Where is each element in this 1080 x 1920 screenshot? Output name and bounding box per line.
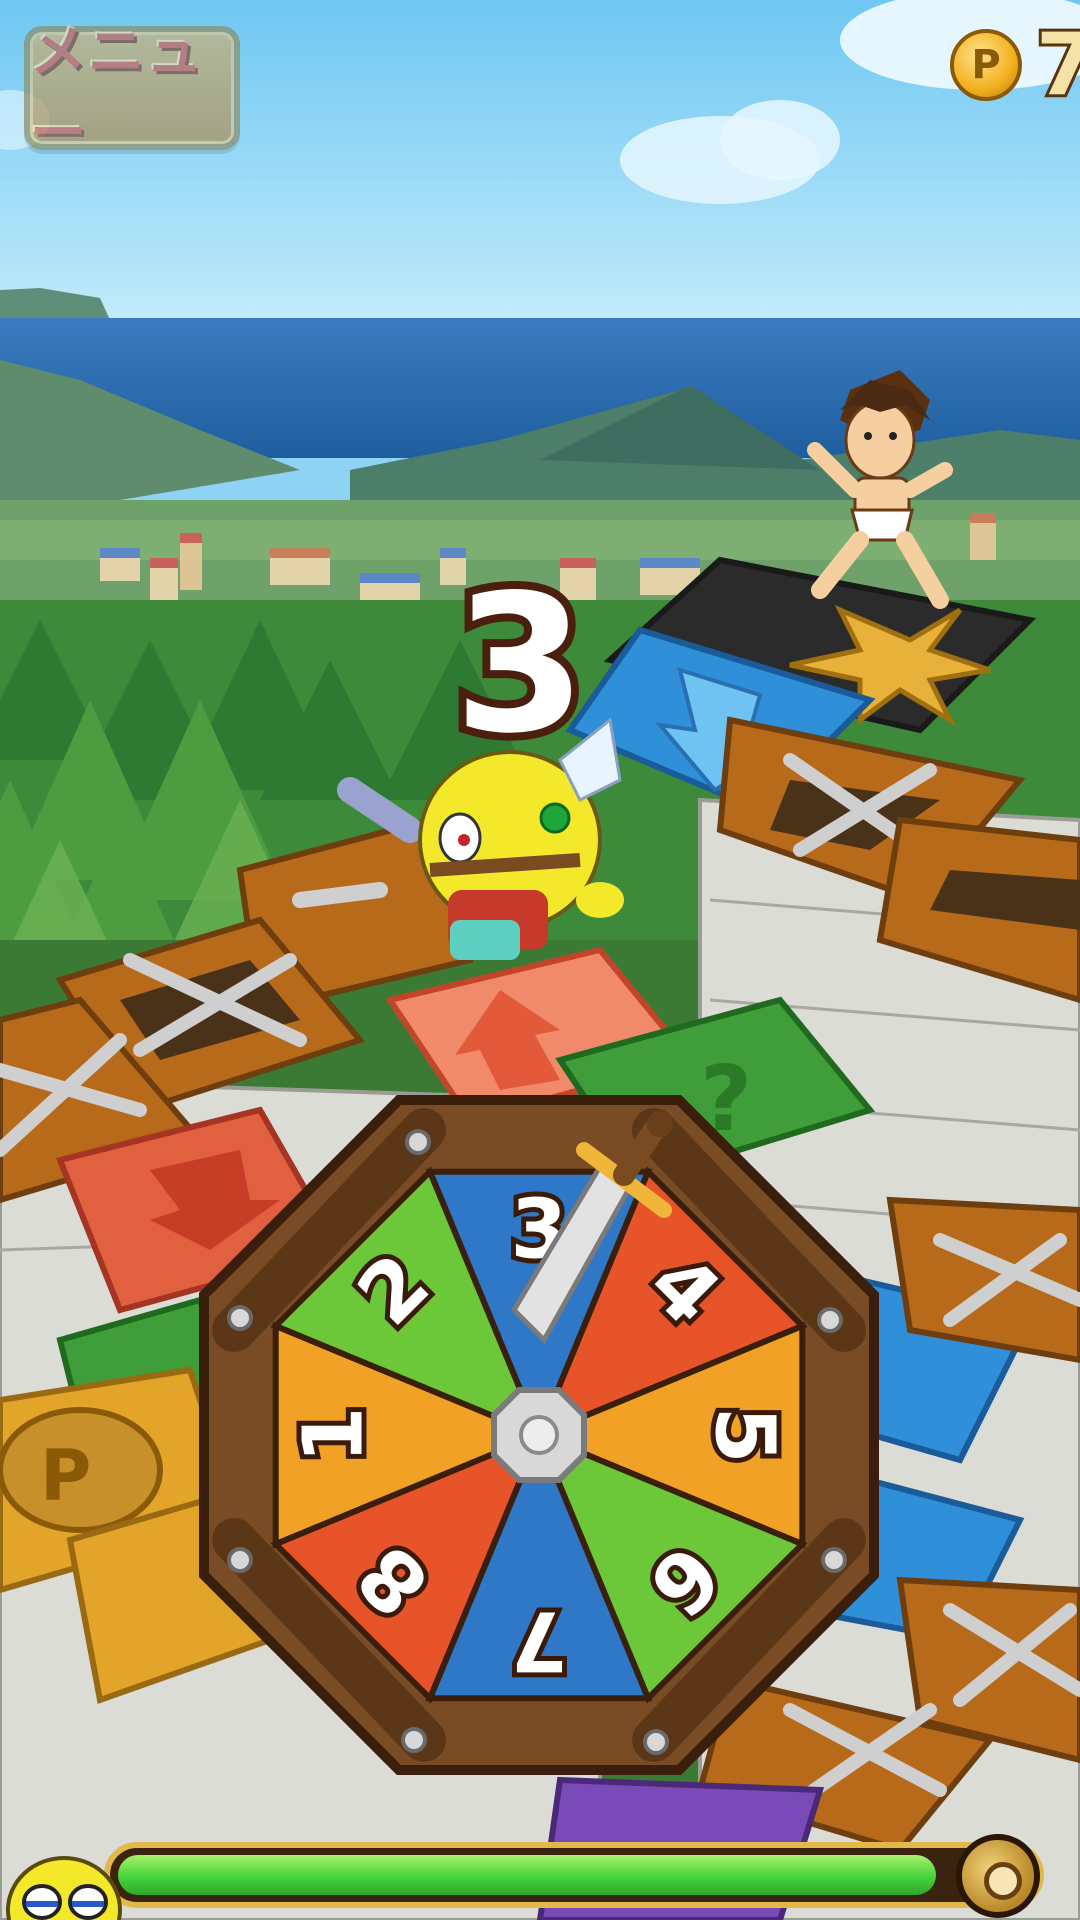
menu-button-label: メニュー [30, 20, 204, 166]
roulette-label-5: 5 [697, 1406, 792, 1463]
energy-bar [104, 1834, 1044, 1918]
remaining-moves-number: 3 [446, 554, 594, 775]
yellow-mascot-avatar [6, 1856, 122, 1920]
p-coin-icon: P [950, 29, 1022, 101]
coin-symbol: P [971, 42, 1001, 88]
coin-count: 7 [1036, 15, 1080, 115]
roulette-label-7: 7 [510, 1593, 567, 1688]
energy-bar-fill [118, 1855, 936, 1895]
energy-bar-knob-icon [956, 1834, 1040, 1918]
menu-button[interactable]: メニュー [24, 20, 240, 166]
roulette-label-1: 1 [287, 1406, 382, 1463]
roulette-wheel-graphic: 34567812 [199, 1095, 879, 1775]
rival-boy-character [807, 370, 953, 609]
coin-counter: P 7 [950, 15, 1080, 115]
roulette-wheel[interactable]: 34567812 [194, 1090, 884, 1780]
